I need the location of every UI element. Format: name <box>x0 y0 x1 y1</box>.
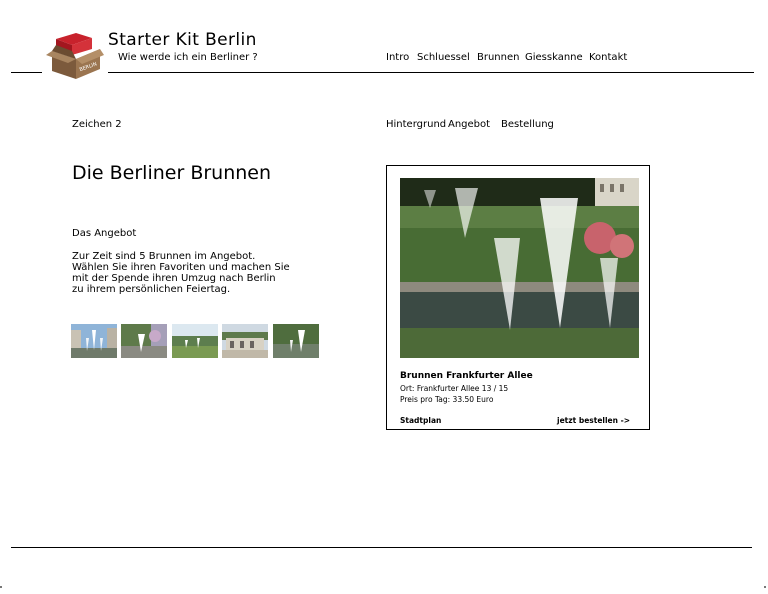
order-link[interactable]: jetzt bestellen -> <box>557 416 630 425</box>
nav-item-kontakt[interactable]: Kontakt <box>589 52 627 63</box>
offer-line: zu ihrem persönlichen Feiertag. <box>72 284 231 295</box>
site-subtitle: Wie werde ich ein Berliner ? <box>118 52 258 63</box>
offer-text: Zur Zeit sind 5 Brunnen im Angebot. Wähl… <box>72 251 290 295</box>
subnav-item-angebot[interactable]: Angebot <box>448 119 490 130</box>
fountain-thumbnail-2[interactable] <box>121 324 167 358</box>
header-rule-left <box>11 72 42 73</box>
logo[interactable]: BERLIN <box>46 31 104 81</box>
corner-mark <box>764 586 766 588</box>
footer-rule <box>11 547 752 548</box>
nav-item-giesskanne[interactable]: Giesskanne <box>525 52 583 63</box>
section-label: Zeichen 2 <box>72 119 122 130</box>
subnav-item-bestellung[interactable]: Bestellung <box>501 119 554 130</box>
offer-line: Wählen Sie ihren Favoriten und machen Si… <box>72 262 290 273</box>
offer-heading: Das Angebot <box>72 228 137 239</box>
fountain-thumbnail-3[interactable] <box>172 324 218 358</box>
fountain-name: Brunnen Frankfurter Allee <box>400 371 533 381</box>
page-title: Die Berliner Brunnen <box>72 162 272 184</box>
fountain-photo <box>400 178 639 358</box>
fountain-card: Brunnen Frankfurter Allee Ort: Frankfurt… <box>386 165 650 430</box>
fountain-thumbnail-5[interactable] <box>273 324 319 358</box>
offer-line: Zur Zeit sind 5 Brunnen im Angebot. <box>72 251 256 262</box>
nav-item-brunnen[interactable]: Brunnen <box>477 52 519 63</box>
corner-mark <box>0 586 2 588</box>
header-rule <box>108 72 754 73</box>
site-title: Starter Kit Berlin <box>108 30 257 50</box>
fountain-thumbnail-1[interactable] <box>71 324 117 358</box>
nav-item-intro[interactable]: Intro <box>386 52 409 63</box>
box-logo-icon: BERLIN <box>46 33 104 79</box>
offer-line: mit der Spende ihren Umzug nach Berlin <box>72 273 276 284</box>
fountain-location: Ort: Frankfurter Allee 13 / 15 <box>400 384 509 393</box>
fountain-price: Preis pro Tag: 33.50 Euro <box>400 395 494 404</box>
subnav-item-hintergrund[interactable]: Hintergrund <box>386 119 446 130</box>
fountain-thumbnail-4[interactable] <box>222 324 268 358</box>
map-link[interactable]: Stadtplan <box>400 416 441 425</box>
nav-item-schluessel[interactable]: Schluessel <box>417 52 470 63</box>
